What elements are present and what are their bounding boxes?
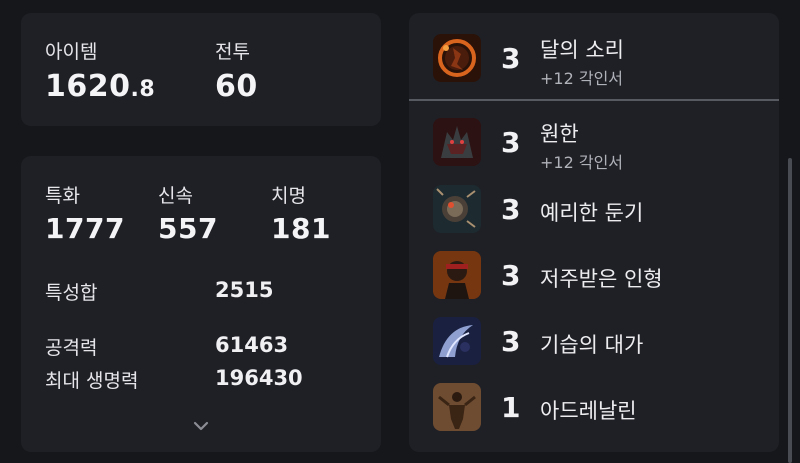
max-hp-label: 최대 생명력 [45,370,139,392]
engraving-book: +12 각인서 [540,69,624,88]
engraving-name: 기습의 대가 [540,333,644,357]
engraving-row[interactable]: 3 기습의 대가 [409,315,779,371]
engraving-row[interactable]: 3 달의 소리 +12 각인서 [409,32,779,88]
engraving-level: 3 [501,325,521,358]
item-level-frac: .8 [130,77,156,102]
engraving-level: 3 [501,193,521,226]
combat-level-value: 60 [215,69,258,104]
engraving-row[interactable]: 3 저주받은 인형 [409,249,779,305]
cursed-doll-icon [433,251,481,299]
engraving-level: 3 [501,126,521,159]
moon-sound-icon [433,34,481,82]
specialization-value: 1777 [45,212,125,245]
engraving-level: 3 [501,42,521,75]
item-level-label: 아이템 [45,41,98,63]
chevron-down-icon[interactable] [191,418,211,434]
divider [409,99,779,101]
attack-power-label: 공격력 [45,337,98,359]
crit-value: 181 [271,212,331,245]
adrenaline-icon [433,383,481,431]
scrollbar[interactable] [788,158,792,463]
engraving-level: 1 [501,391,521,424]
swiftness-value: 557 [158,212,218,245]
engraving-name: 달의 소리 [540,38,624,62]
keen-blunt-weapon-icon [433,185,481,233]
item-level-card: 아이템 1620.8 전투 60 [21,13,381,126]
engraving-row[interactable]: 1 아드레날린 [409,381,779,437]
combat-level-label: 전투 [215,41,250,63]
engraving-name: 예리한 둔기 [540,201,644,225]
stat-sum-label: 특성합 [45,282,98,304]
max-hp-value: 196430 [215,366,303,390]
engraving-name: 원한 [540,122,579,146]
item-level-int: 1620 [45,69,131,104]
engraving-book: +12 각인서 [540,153,624,172]
engraving-name: 아드레날린 [540,399,637,423]
item-level-value: 1620.8 [45,69,155,104]
attack-power-value: 61463 [215,333,289,357]
stat-sum-value: 2515 [215,278,274,302]
swiftness-label: 신속 [158,185,193,207]
engraving-row[interactable]: 3 예리한 둔기 [409,183,779,239]
crit-label: 치명 [271,185,306,207]
engraving-level: 3 [501,259,521,292]
engraving-row[interactable]: 3 원한 +12 각인서 [409,116,779,172]
engravings-card: 3 달의 소리 +12 각인서 3 원한 +12 각인서 3 예리한 둔기 3 … [409,13,792,463]
specialization-label: 특화 [45,185,80,207]
grudge-icon [433,118,481,166]
stats-card: 특화 1777 신속 557 치명 181 특성합 2515 공격력 61463… [21,156,381,452]
master-of-ambush-icon [433,317,481,365]
engraving-name: 저주받은 인형 [540,267,663,291]
